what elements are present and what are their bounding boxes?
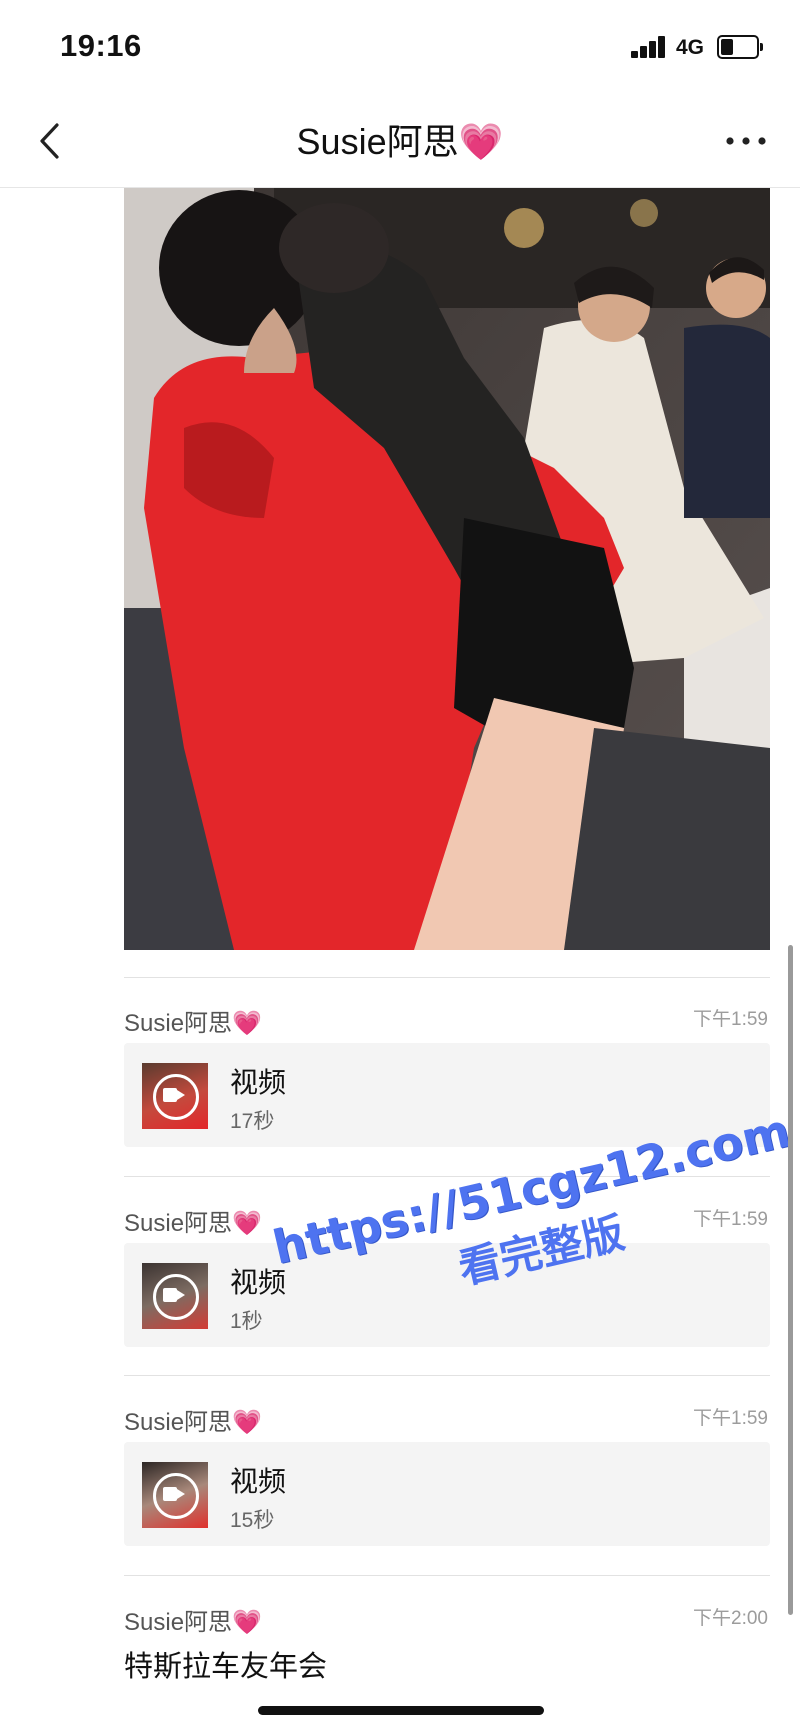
video-duration: 15秒 [230, 1509, 275, 1532]
signal-bars-icon [631, 36, 669, 58]
message-divider [124, 1575, 770, 1576]
video-thumbnail [142, 1263, 208, 1329]
sender-name: Susie阿思💗 [124, 1210, 262, 1237]
video-message[interactable]: 视频 15秒 [124, 1442, 770, 1546]
sender-name: Susie阿思💗 [124, 1609, 262, 1636]
chat-header: Susie阿思💗 [0, 95, 800, 188]
video-thumbnail [142, 1462, 208, 1528]
status-bar: 19:16 4G [0, 0, 800, 95]
network-type: 4G [676, 36, 705, 59]
video-thumbnail [142, 1063, 208, 1129]
home-indicator[interactable] [258, 1706, 544, 1715]
more-button[interactable] [718, 117, 774, 165]
status-time: 19:16 [60, 28, 142, 63]
text-message[interactable]: 特斯拉车友年会 [124, 1643, 327, 1685]
message-time: 下午1:59 [693, 1408, 768, 1429]
battery-icon [717, 35, 763, 59]
photo-image [124, 188, 770, 950]
video-duration: 17秒 [230, 1110, 275, 1133]
video-label: 视频 [230, 1466, 287, 1497]
ellipsis-icon [726, 137, 766, 145]
message-divider [124, 977, 770, 978]
video-label: 视频 [230, 1067, 287, 1098]
message-divider [124, 1375, 770, 1376]
shared-photo[interactable] [124, 188, 770, 950]
chat-title: Susie阿思💗 [296, 121, 504, 162]
message-time: 下午1:59 [693, 1009, 768, 1030]
scrollbar[interactable] [788, 945, 793, 1615]
sender-name: Susie阿思💗 [124, 1010, 262, 1037]
message-time: 下午2:00 [693, 1608, 768, 1629]
sender-name: Susie阿思💗 [124, 1409, 262, 1436]
video-duration: 1秒 [230, 1310, 263, 1333]
